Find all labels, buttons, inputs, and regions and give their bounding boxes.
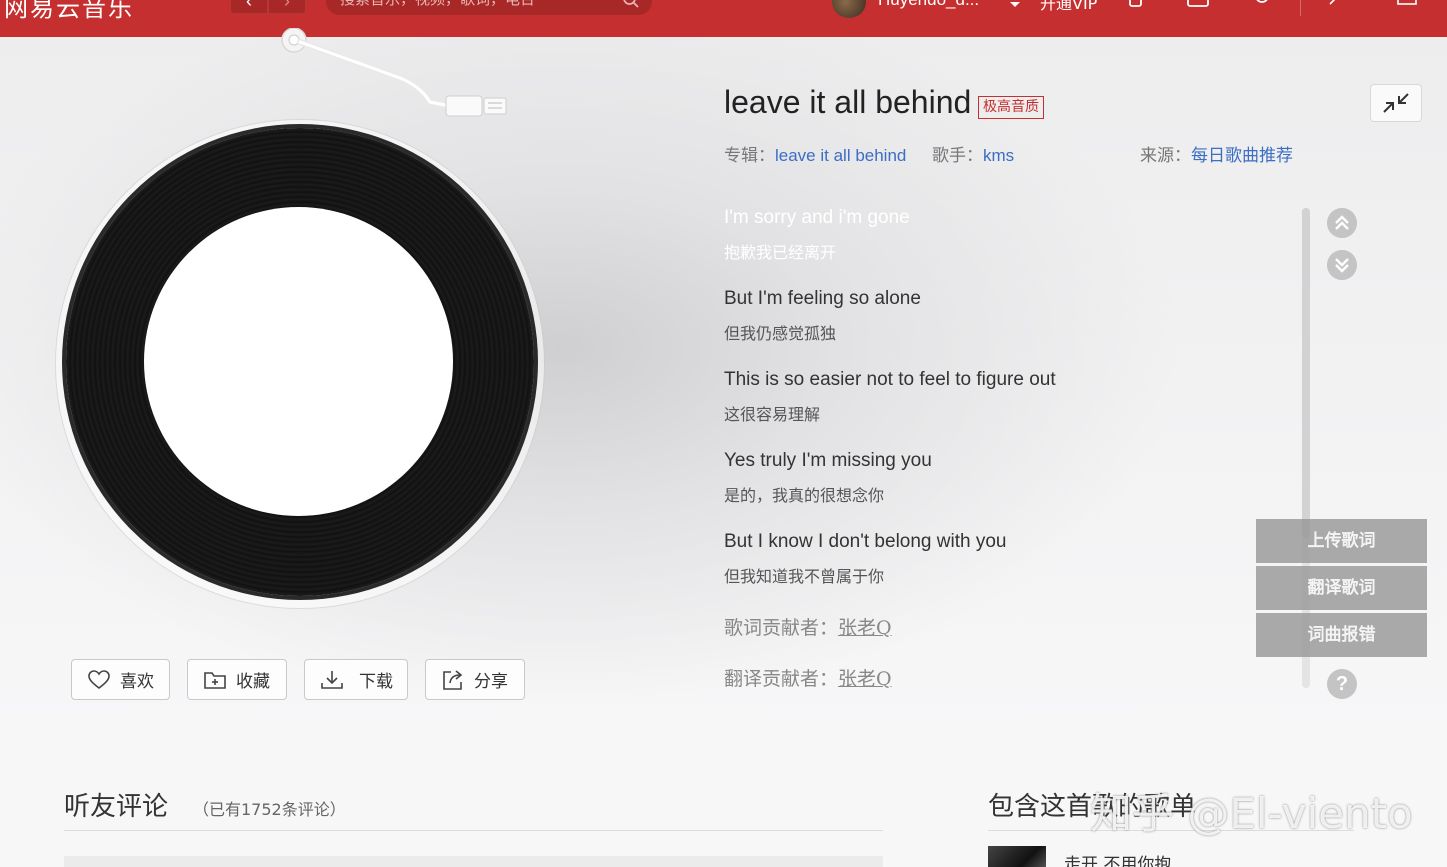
- lyric-original: I'm sorry and i'm gone: [724, 207, 910, 228]
- divider: [64, 830, 883, 831]
- forward-button[interactable]: ›: [268, 0, 306, 14]
- album-label: 专辑：: [724, 146, 775, 166]
- username[interactable]: Huyendo_d...: [878, 0, 979, 10]
- shirt-icon[interactable]: [1124, 0, 1148, 14]
- folder-plus-icon: [204, 671, 226, 689]
- back-button[interactable]: ‹: [230, 0, 268, 14]
- tonearm-icon: [281, 28, 507, 117]
- lyrics-scrollbar-thumb[interactable]: [1302, 208, 1310, 538]
- lyric-original: But I'm feeling so alone: [724, 288, 921, 309]
- translation-contributor-link[interactable]: 张老Q: [838, 668, 892, 690]
- lyrics-contributor: 歌词贡献者：张老Q: [724, 613, 892, 640]
- mini-mode-icon[interactable]: [1326, 0, 1350, 14]
- scroll-up-icon[interactable]: [1327, 208, 1357, 238]
- lyric-line[interactable]: This is so easier not to feel to figure …: [724, 369, 1056, 425]
- playlist-item-name[interactable]: 走开 不用你抱: [1064, 850, 1171, 867]
- source-meta: 来源：每日歌曲推荐: [1140, 141, 1293, 166]
- comments-count: （已有1752条评论）: [193, 800, 346, 819]
- share-label: 分享: [474, 672, 508, 692]
- lyric-line[interactable]: I'm sorry and i'm gone 抱歉我已经离开: [724, 207, 910, 263]
- like-button[interactable]: 喜欢: [71, 659, 170, 700]
- report-error-button[interactable]: 词曲报错: [1256, 613, 1427, 657]
- playlist-cover[interactable]: [988, 846, 1046, 867]
- search-icon[interactable]: [622, 0, 640, 9]
- artist-meta: 歌手：kms: [932, 141, 1014, 166]
- heart-icon: [88, 669, 110, 689]
- artist-link[interactable]: kms: [983, 146, 1014, 165]
- chevron-down-icon[interactable]: [1008, 0, 1022, 10]
- artist-label: 歌手：: [932, 146, 983, 166]
- translate-lyrics-button[interactable]: 翻译歌词: [1256, 566, 1427, 610]
- lyric-translation: 抱歉我已经离开: [724, 243, 837, 262]
- lyric-translation: 但我知道我不曾属于你: [724, 567, 885, 586]
- avatar[interactable]: [832, 0, 866, 18]
- collect-label: 收藏: [236, 672, 270, 692]
- help-icon[interactable]: ?: [1327, 669, 1357, 699]
- gear-icon[interactable]: [1250, 0, 1274, 14]
- collapse-icon: [1383, 93, 1409, 113]
- album-cover: [144, 207, 453, 516]
- translation-contributor: 翻译贡献者：张老Q: [724, 664, 892, 691]
- lyric-original: But I know I don't belong with you: [724, 531, 1007, 552]
- scroll-down-icon[interactable]: [1327, 250, 1357, 280]
- lyric-translation: 是的，我真的很想念你: [724, 486, 885, 505]
- mail-icon[interactable]: [1186, 0, 1210, 14]
- search-placeholder: 搜索音乐，视频，歌词，电台: [340, 0, 535, 8]
- lyrics-contributor-link[interactable]: 张老Q: [838, 617, 892, 639]
- lyrics-contributor-label: 歌词贡献者：: [724, 617, 839, 639]
- lyric-line[interactable]: But I know I don't belong with you 但我知道我…: [724, 531, 1006, 587]
- maximize-icon[interactable]: [1396, 0, 1420, 14]
- title-bar: 网易云音乐 ‹ › 搜索音乐，视频，歌词，电台 Huyendo_d... 开通V…: [0, 0, 1447, 37]
- quality-badge[interactable]: 极高音质: [978, 96, 1044, 119]
- lyric-translation: 这很容易理解: [724, 405, 821, 424]
- app-logo[interactable]: 网易云音乐: [4, 0, 134, 23]
- translation-contributor-label: 翻译贡献者：: [724, 668, 839, 690]
- source-link[interactable]: 每日歌曲推荐: [1191, 146, 1293, 166]
- like-label: 喜欢: [120, 672, 154, 692]
- comment-input[interactable]: [64, 856, 883, 867]
- comments-title: 听友评论: [64, 792, 169, 822]
- lyric-original: This is so easier not to feel to figure …: [724, 369, 1056, 390]
- source-label: 来源：: [1140, 146, 1191, 166]
- lyric-line[interactable]: Yes truly I'm missing you 是的，我真的很想念你: [724, 450, 932, 506]
- collapse-player-button[interactable]: [1370, 84, 1422, 122]
- download-button[interactable]: 下载: [304, 659, 408, 700]
- download-icon: [321, 670, 343, 689]
- lyric-translation: 但我仍感觉孤独: [724, 324, 837, 343]
- download-label: 下载: [359, 672, 393, 692]
- share-button[interactable]: 分享: [425, 659, 525, 700]
- collect-button[interactable]: 收藏: [187, 659, 287, 700]
- song-title: leave it all behind: [724, 84, 972, 120]
- lyric-original: Yes truly I'm missing you: [724, 450, 932, 471]
- album-meta: 专辑：leave it all behind: [724, 141, 906, 166]
- search-input[interactable]: 搜索音乐，视频，歌词，电台: [326, 0, 652, 15]
- watermark: 知乎 @El-viento: [1090, 789, 1413, 838]
- album-link[interactable]: leave it all behind: [775, 146, 906, 165]
- upload-lyrics-button[interactable]: 上传歌词: [1256, 519, 1427, 563]
- lyrics-side-menu: 上传歌词 翻译歌词 词曲报错: [1256, 519, 1427, 660]
- divider: [1300, 0, 1301, 16]
- share-icon: [443, 669, 463, 690]
- lyric-line[interactable]: But I'm feeling so alone 但我仍感觉孤独: [724, 288, 921, 344]
- vip-button[interactable]: 开通VIP: [1040, 0, 1097, 14]
